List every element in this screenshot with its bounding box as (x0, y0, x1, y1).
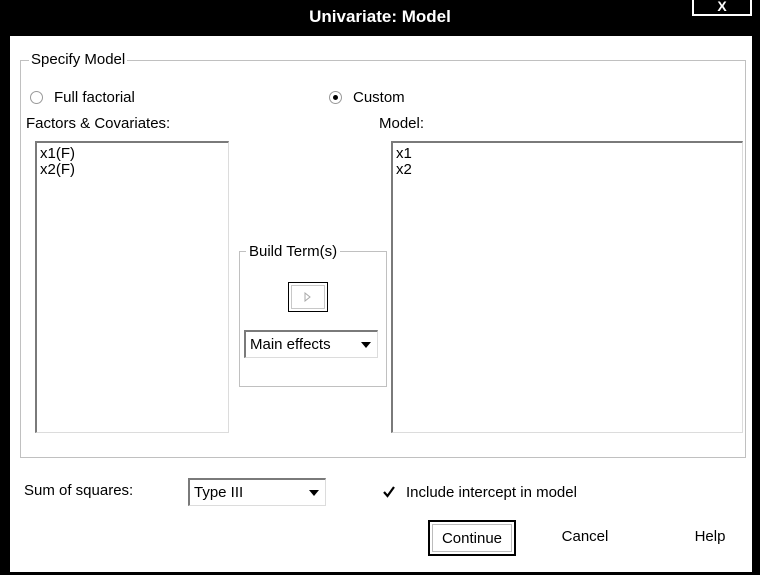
list-item[interactable]: x2 (396, 162, 742, 178)
sum-of-squares-dropdown[interactable]: Type III (188, 478, 326, 506)
full-factorial-radio[interactable]: Full factorial (30, 87, 135, 107)
specify-model-label: Specify Model (29, 51, 128, 68)
help-button[interactable]: Help (670, 520, 750, 556)
factors-covariates-list[interactable]: x1(F) x2(F) (35, 141, 229, 433)
custom-radio-icon (329, 90, 342, 104)
list-item[interactable]: x2(F) (40, 162, 228, 178)
sum-of-squares-value: Type III (194, 484, 244, 501)
model-terms-list[interactable]: x1 x2 (391, 141, 743, 433)
chevron-down-icon[interactable] (355, 332, 377, 357)
build-term-type-dropdown[interactable]: Main effects (244, 330, 378, 358)
right-arrow-icon (304, 292, 311, 302)
close-button[interactable]: X (692, 0, 752, 16)
model-label: Model: (379, 115, 425, 132)
dialog-body: Specify Model Full factorial Custom Fact… (10, 36, 752, 572)
full-factorial-label: Full factorial (54, 88, 135, 106)
build-term-arrow-button[interactable] (288, 282, 328, 312)
cancel-button[interactable]: Cancel (540, 520, 630, 556)
include-intercept-checkbox[interactable]: Include intercept in model (382, 482, 577, 502)
full-factorial-radio-icon (30, 90, 43, 104)
build-term-type-value: Main effects (250, 336, 331, 353)
chevron-down-icon[interactable] (303, 480, 325, 505)
list-item[interactable]: x1 (396, 146, 742, 162)
window-title: Univariate: Model (309, 7, 451, 26)
list-item[interactable]: x1(F) (40, 146, 228, 162)
continue-button[interactable]: Continue (428, 520, 516, 556)
window-frame-left (0, 36, 10, 575)
specify-model-group: Specify Model Full factorial Custom Fact… (20, 51, 746, 458)
custom-label: Custom (353, 88, 405, 106)
build-terms-group: Build Term(s) Main effects (239, 243, 387, 387)
factors-covariates-label: Factors & Covariates: (26, 115, 171, 132)
sum-of-squares-label: Sum of squares: (24, 482, 134, 499)
checkmark-icon (382, 485, 396, 499)
build-terms-label: Build Term(s) (246, 243, 341, 260)
window-frame-right (752, 36, 760, 575)
include-intercept-label: Include intercept in model (406, 483, 577, 501)
custom-radio[interactable]: Custom (329, 87, 405, 107)
continue-button-label: Continue (432, 524, 512, 552)
